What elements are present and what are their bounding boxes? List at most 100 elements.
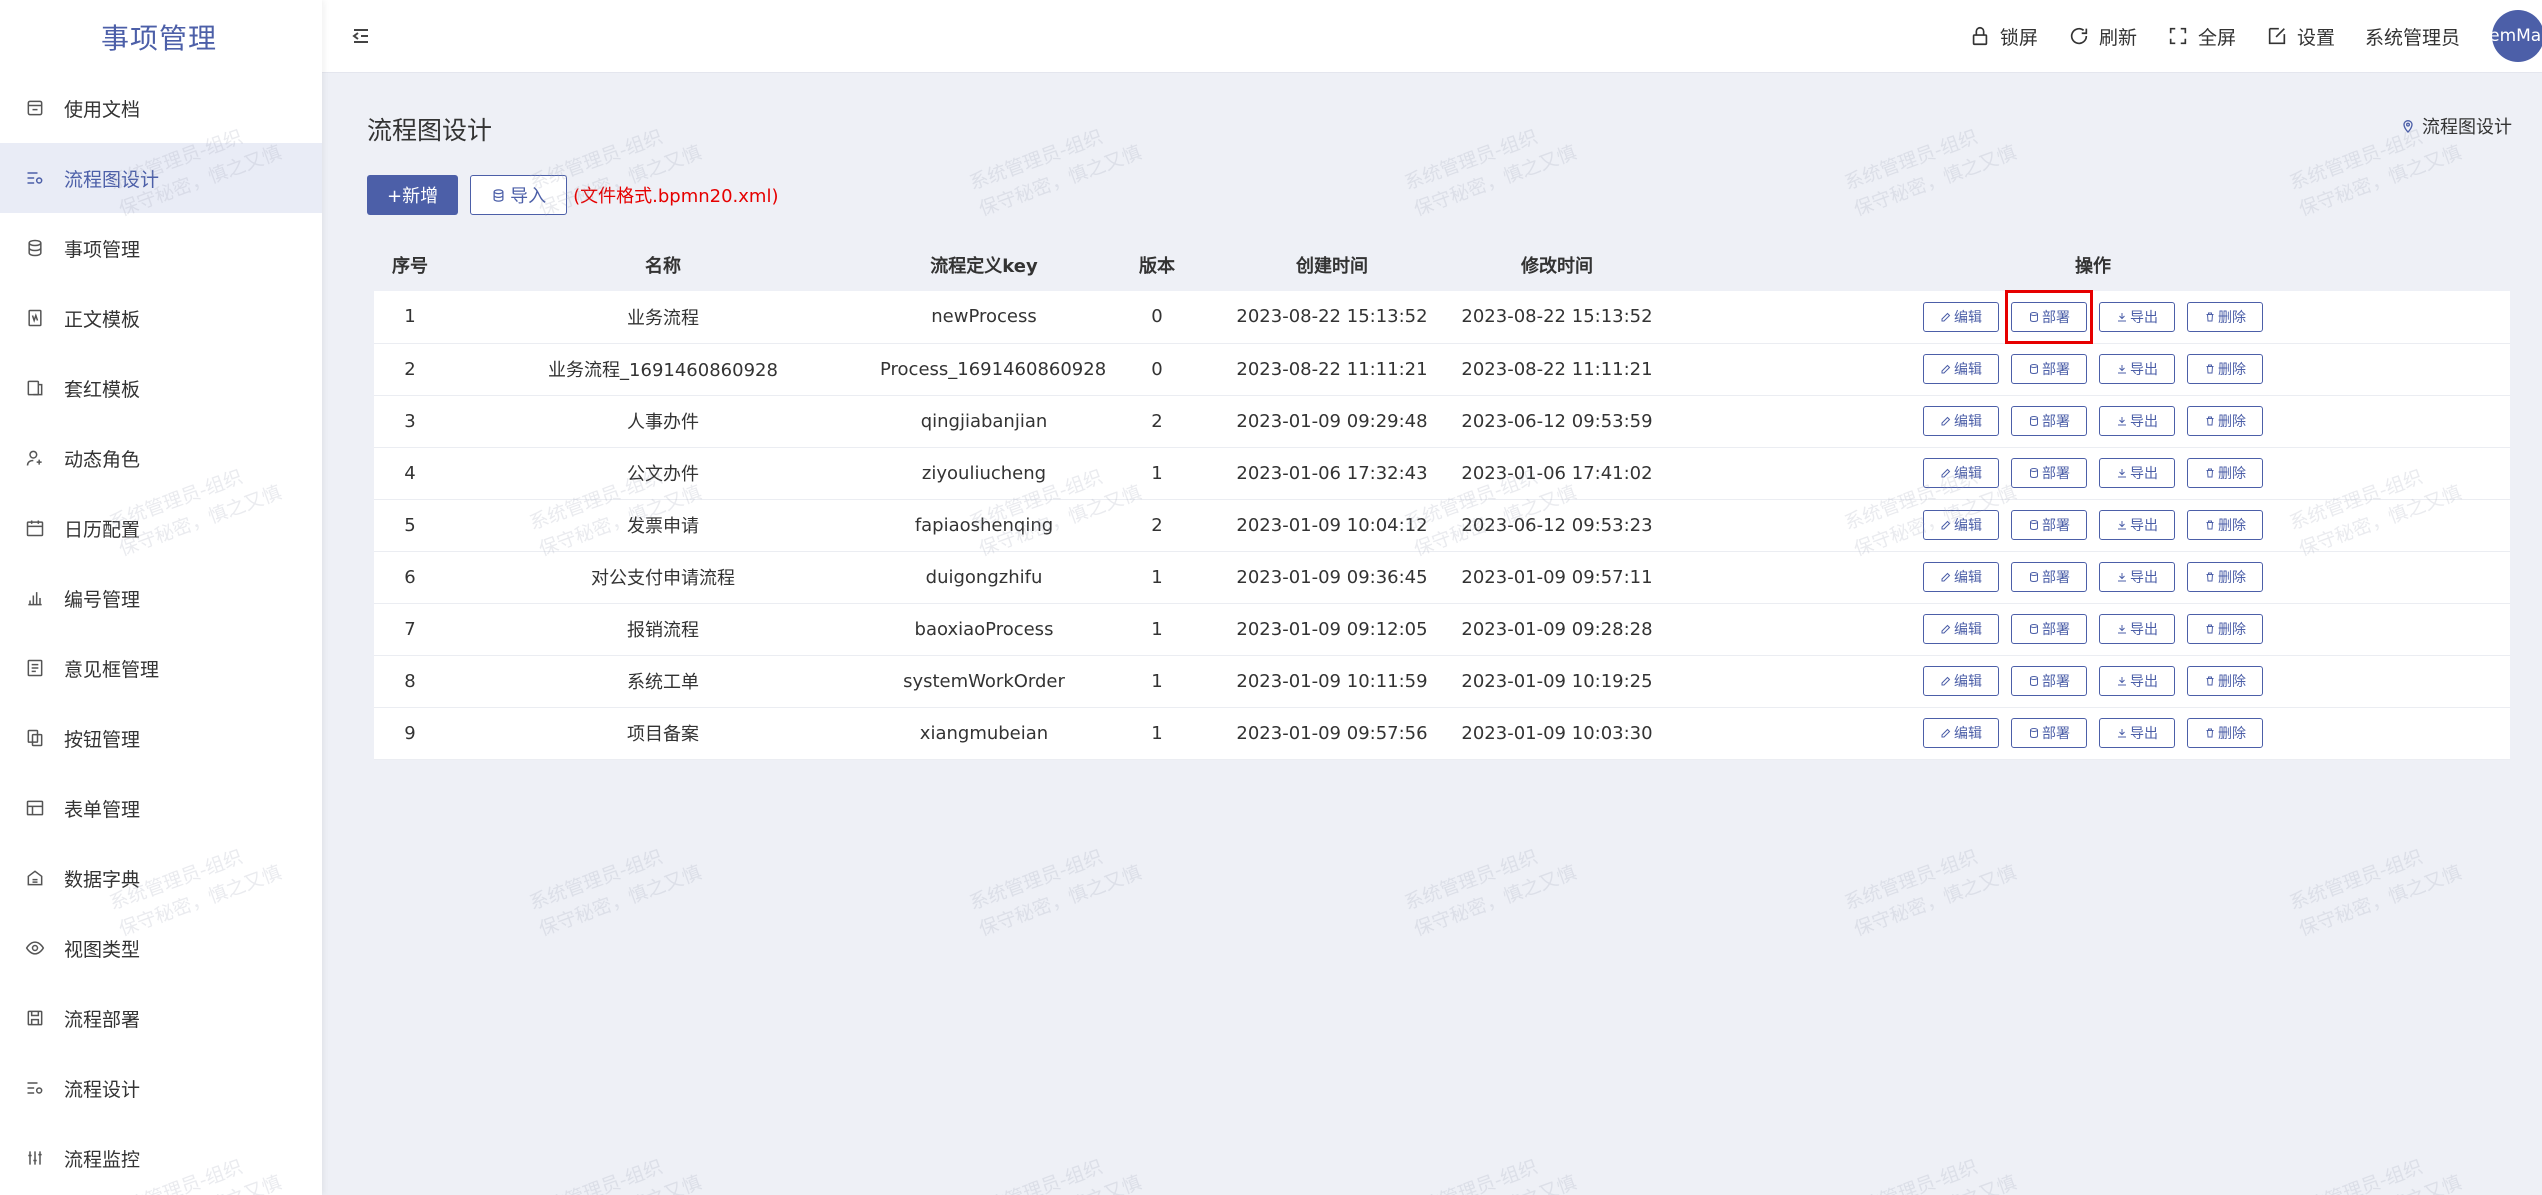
- sidebar-item-9[interactable]: 按钮管理: [0, 703, 322, 773]
- edit-button[interactable]: 编辑: [1923, 458, 1999, 488]
- header-created[interactable]: 创建时间: [1226, 239, 1438, 291]
- edit-button[interactable]: 编辑: [1923, 510, 1999, 540]
- deploy-button[interactable]: 部署: [2011, 354, 2087, 384]
- export-button[interactable]: 导出: [2099, 562, 2175, 592]
- edit-button[interactable]: 编辑: [1923, 666, 1999, 696]
- import-button[interactable]: 导入: [470, 175, 568, 215]
- cell-actions: 编辑 部署 导出 删除: [1676, 343, 2510, 395]
- sidebar-item-1[interactable]: 流程图设计: [0, 143, 322, 213]
- export-icon: [2118, 729, 2126, 738]
- deploy-button[interactable]: 部署: [2011, 458, 2087, 488]
- sidebar-item-13[interactable]: 流程部署: [0, 983, 322, 1053]
- export-button[interactable]: 导出: [2099, 510, 2175, 540]
- cell-no: 4: [404, 462, 416, 484]
- delete-button[interactable]: 删除: [2187, 666, 2263, 696]
- sidebar-item-7[interactable]: 编号管理: [0, 563, 322, 633]
- delete-button[interactable]: 删除: [2187, 406, 2263, 436]
- edit-button[interactable]: 编辑: [1923, 614, 1999, 644]
- cell-version: 1: [1151, 462, 1163, 484]
- cell-modified: 2023-01-09 09:57:11: [1461, 566, 1653, 588]
- collapse-sidebar-button[interactable]: [346, 21, 376, 51]
- sidebar-item-14[interactable]: 流程设计: [0, 1053, 322, 1123]
- sidebar-item-6[interactable]: 日历配置: [0, 493, 322, 563]
- edit-label: 编辑: [1954, 518, 1982, 534]
- edit-button[interactable]: 编辑: [1923, 718, 1999, 748]
- breadcrumb-label[interactable]: 流程图设计: [2422, 113, 2512, 139]
- export-button[interactable]: 导出: [2099, 614, 2175, 644]
- sidebar-item-11[interactable]: 数据字典: [0, 843, 322, 913]
- edit-button[interactable]: 编辑: [1923, 301, 1999, 332]
- main-content: 流程图设计 流程图设计 +新增 导入 (文件格式.bpmn20.xml) 序号 …: [322, 73, 2542, 1195]
- edit-icon: [1941, 624, 1951, 634]
- sidebar-item-3[interactable]: 正文模板: [0, 283, 322, 353]
- deploy-button[interactable]: 部署: [2011, 406, 2087, 436]
- cell-key: duigongzhifu: [925, 566, 1043, 588]
- export-button[interactable]: 导出: [2099, 718, 2175, 748]
- username[interactable]: 系统管理员: [2365, 23, 2460, 50]
- header-no[interactable]: 序号: [374, 239, 446, 291]
- avatar[interactable]: emMan: [2492, 10, 2542, 62]
- cell-actions: 编辑 部署 导出 删除: [1676, 291, 2510, 343]
- deploy-button[interactable]: 部署: [2011, 614, 2087, 644]
- refresh-button[interactable]: 刷新: [2068, 23, 2137, 50]
- sidebar-item-15[interactable]: 流程监控: [0, 1123, 322, 1193]
- export-button[interactable]: 导出: [2099, 301, 2175, 332]
- header-version[interactable]: 版本: [1088, 239, 1226, 291]
- cell-name: 报销流程: [627, 620, 699, 641]
- deploy-button[interactable]: 部署: [2011, 562, 2087, 592]
- cell-actions: 编辑 部署 导出 删除: [1676, 395, 2510, 447]
- export-button[interactable]: 导出: [2099, 666, 2175, 696]
- deploy-button[interactable]: 部署: [2011, 301, 2087, 332]
- table-row: 7 报销流程 baoxiaoProcess 1 2023-01-09 09:12:05 2…: [374, 603, 2510, 655]
- sidebar-item-4[interactable]: 套红模板: [0, 353, 322, 423]
- sidebar-item-label: 流程设计: [64, 1078, 141, 1101]
- delete-button[interactable]: 删除: [2187, 510, 2263, 540]
- edit-button[interactable]: 编辑: [1923, 406, 1999, 436]
- edit-button[interactable]: 编辑: [1923, 354, 1999, 384]
- settings-button[interactable]: 设置: [2266, 23, 2335, 50]
- user-add-icon: [24, 447, 46, 469]
- delete-button[interactable]: 删除: [2187, 458, 2263, 488]
- template-icon: [24, 307, 46, 329]
- cell-version: 1: [1151, 670, 1163, 692]
- deploy-button[interactable]: 部署: [2011, 666, 2087, 696]
- deploy-label: 部署: [2042, 726, 2070, 742]
- cell-name: 人事办件: [627, 412, 699, 433]
- sidebar-item-10[interactable]: 表单管理: [0, 773, 322, 843]
- export-label: 导出: [2130, 414, 2158, 430]
- sidebar-menu: 使用文档 流程图设计 事项管理 正文模板 套红模板 动态角色 日历配置 编号管理 意见框管理 按钮…: [0, 73, 322, 1193]
- delete-button[interactable]: 删除: [2187, 354, 2263, 384]
- page-title: 流程图设计: [367, 116, 493, 145]
- cell-modified: 2023-08-22 15:13:52: [1461, 306, 1653, 328]
- fullscreen-button[interactable]: 全屏: [2167, 23, 2236, 50]
- header-modified[interactable]: 修改时间: [1438, 239, 1676, 291]
- delete-label: 删除: [2218, 309, 2246, 326]
- table-header-row: 序号 名称 流程定义key 版本 创建时间 修改时间 操作: [374, 239, 2510, 291]
- sidebar-item-0[interactable]: 使用文档: [0, 73, 322, 143]
- export-button[interactable]: 导出: [2099, 458, 2175, 488]
- cell-key: qingjiabanjian: [920, 410, 1048, 432]
- header-name[interactable]: 名称: [446, 239, 880, 291]
- bar-chart-icon: [24, 587, 46, 609]
- export-button[interactable]: 导出: [2099, 406, 2175, 436]
- edit-label: 编辑: [1954, 362, 1982, 378]
- add-button[interactable]: +新增: [367, 175, 459, 215]
- sidebar-item-5[interactable]: 动态角色: [0, 423, 322, 493]
- delete-button[interactable]: 删除: [2187, 718, 2263, 748]
- export-label: 导出: [2130, 309, 2158, 326]
- delete-button[interactable]: 删除: [2187, 614, 2263, 644]
- sidebar-item-8[interactable]: 意见框管理: [0, 633, 322, 703]
- deploy-button[interactable]: 部署: [2011, 510, 2087, 540]
- sidebar-item-2[interactable]: 事项管理: [0, 213, 322, 283]
- lock-screen-button[interactable]: 锁屏: [1969, 23, 2038, 50]
- sidebar-item-12[interactable]: 视图类型: [0, 913, 322, 983]
- edit-button[interactable]: 编辑: [1923, 562, 1999, 592]
- edit-icon: [1941, 572, 1951, 582]
- export-button[interactable]: 导出: [2099, 354, 2175, 384]
- collapse-icon: [352, 29, 368, 43]
- header-key[interactable]: 流程定义key: [880, 239, 1088, 291]
- edit-label: 编辑: [1954, 622, 1982, 638]
- deploy-button[interactable]: 部署: [2011, 718, 2087, 748]
- delete-button[interactable]: 删除: [2187, 562, 2263, 592]
- delete-button[interactable]: 删除: [2187, 301, 2263, 332]
